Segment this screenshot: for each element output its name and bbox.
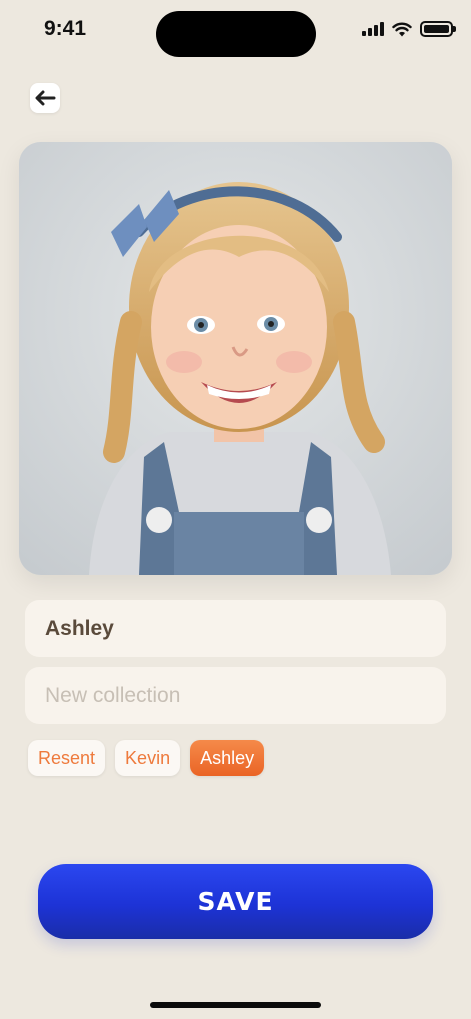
status-bar: 9:41 xyxy=(0,0,471,60)
battery-icon xyxy=(420,21,456,37)
chip-kevin[interactable]: Kevin xyxy=(115,740,181,776)
home-indicator xyxy=(150,1002,321,1008)
save-button[interactable]: SAVE xyxy=(38,864,433,939)
collection-chips: Resent Kevin Ashley xyxy=(28,740,265,776)
arrow-left-icon xyxy=(35,90,56,106)
name-field[interactable] xyxy=(25,600,446,657)
status-time: 9:41 xyxy=(44,17,87,40)
new-collection-input[interactable] xyxy=(25,667,446,724)
child-portrait-photo xyxy=(19,142,452,575)
chip-ashley[interactable]: Ashley xyxy=(190,740,265,776)
dynamic-island xyxy=(156,11,316,57)
chip-resent[interactable]: Resent xyxy=(28,740,106,776)
wifi-icon xyxy=(392,22,412,36)
back-button[interactable] xyxy=(30,83,60,113)
cellular-signal-icon xyxy=(362,22,384,36)
collection-field[interactable] xyxy=(25,667,446,724)
status-icons xyxy=(362,21,456,37)
name-input[interactable] xyxy=(25,600,446,657)
